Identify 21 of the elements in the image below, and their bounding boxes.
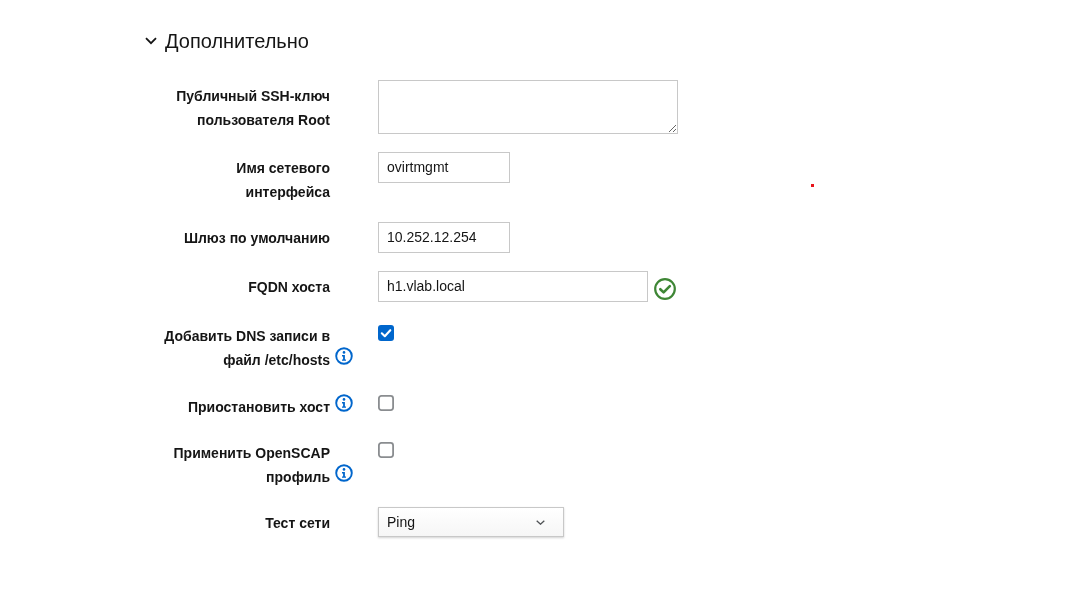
field-label: Публичный SSH-ключ пользователя Root — [175, 87, 330, 130]
field-label: Добавить DNS записи в файл /etc/hosts — [163, 327, 330, 370]
text-field[interactable]: ovirtmgmt — [378, 152, 510, 183]
field-label: Применить OpenSCAP профиль — [172, 444, 330, 487]
info-icon[interactable] — [335, 394, 353, 412]
info-icon[interactable] — [335, 464, 353, 482]
text-field[interactable]: h1.vlab.local — [378, 271, 648, 302]
checkbox[interactable] — [378, 395, 394, 411]
checkbox[interactable] — [378, 325, 394, 341]
field-label: Имя сетевого интерфейса — [235, 159, 330, 202]
field-label: Шлюз по умолчанию — [183, 229, 330, 248]
field-label: Тест сети — [265, 514, 330, 533]
caret-icon — [536, 519, 545, 525]
info-icon[interactable] — [335, 347, 353, 365]
checkbox[interactable] — [378, 442, 394, 458]
text-field[interactable]: 10.252.12.254 — [378, 222, 510, 253]
section-toggle[interactable]: Дополнительно — [145, 27, 309, 55]
textarea-field[interactable] — [378, 80, 678, 134]
field-label: Приостановить хост — [187, 398, 330, 417]
field-label: FQDN хоста — [248, 278, 330, 297]
select-dropdown[interactable]: Ping — [378, 507, 564, 537]
